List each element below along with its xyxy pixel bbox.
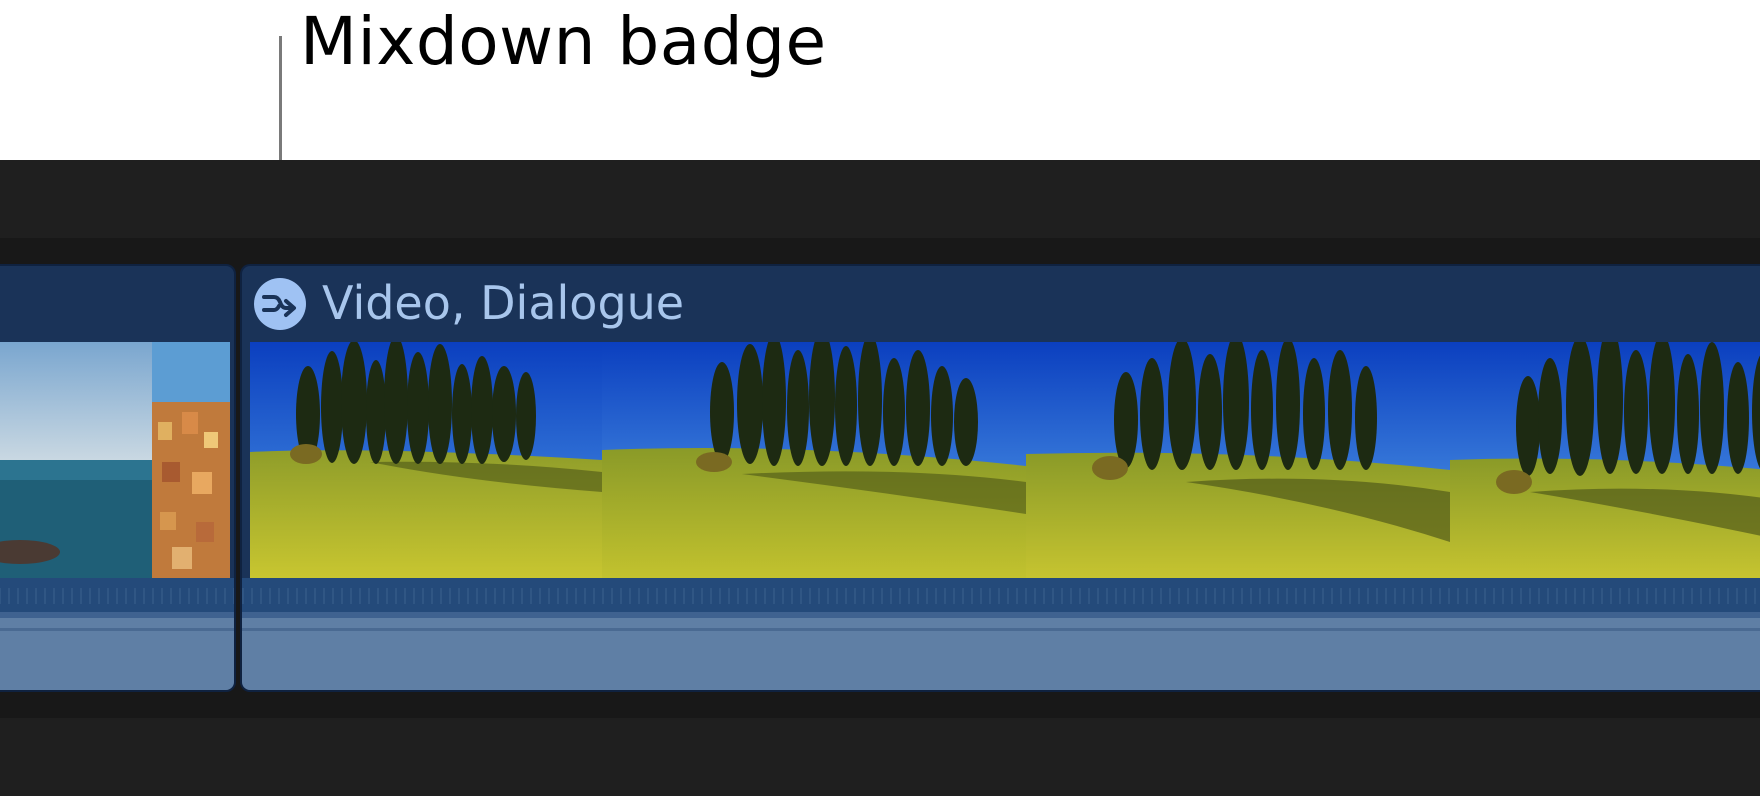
thumbnail-cypress-field-2 bbox=[602, 342, 1026, 578]
clip-audio-waveform bbox=[242, 618, 1760, 690]
previous-clip-header bbox=[0, 266, 234, 342]
clip-header: Video, Dialogue bbox=[242, 266, 1760, 342]
thumbnail-coastal-village bbox=[152, 342, 230, 578]
compound-clip[interactable]: Video, Dialogue bbox=[240, 264, 1760, 692]
thumbnail-cypress-field-4 bbox=[1450, 342, 1760, 578]
clip-thumbnails bbox=[250, 342, 1760, 578]
callout-label: Mixdown badge bbox=[300, 3, 827, 80]
previous-clip[interactable] bbox=[0, 264, 236, 692]
mixdown-badge-icon[interactable] bbox=[254, 278, 306, 330]
previous-clip-audio-strip bbox=[0, 578, 234, 612]
thumbnail-cypress-field-3 bbox=[1026, 342, 1450, 578]
thumbnail-coastal-sea bbox=[0, 342, 152, 578]
timeline[interactable]: Video, Dialogue bbox=[0, 160, 1760, 796]
previous-clip-thumbnails bbox=[0, 342, 230, 578]
clip-title: Video, Dialogue bbox=[322, 276, 685, 330]
thumbnail-cypress-field-1 bbox=[250, 342, 602, 578]
previous-clip-audio-waveform bbox=[0, 618, 234, 690]
clip-audio-strip bbox=[242, 578, 1760, 612]
